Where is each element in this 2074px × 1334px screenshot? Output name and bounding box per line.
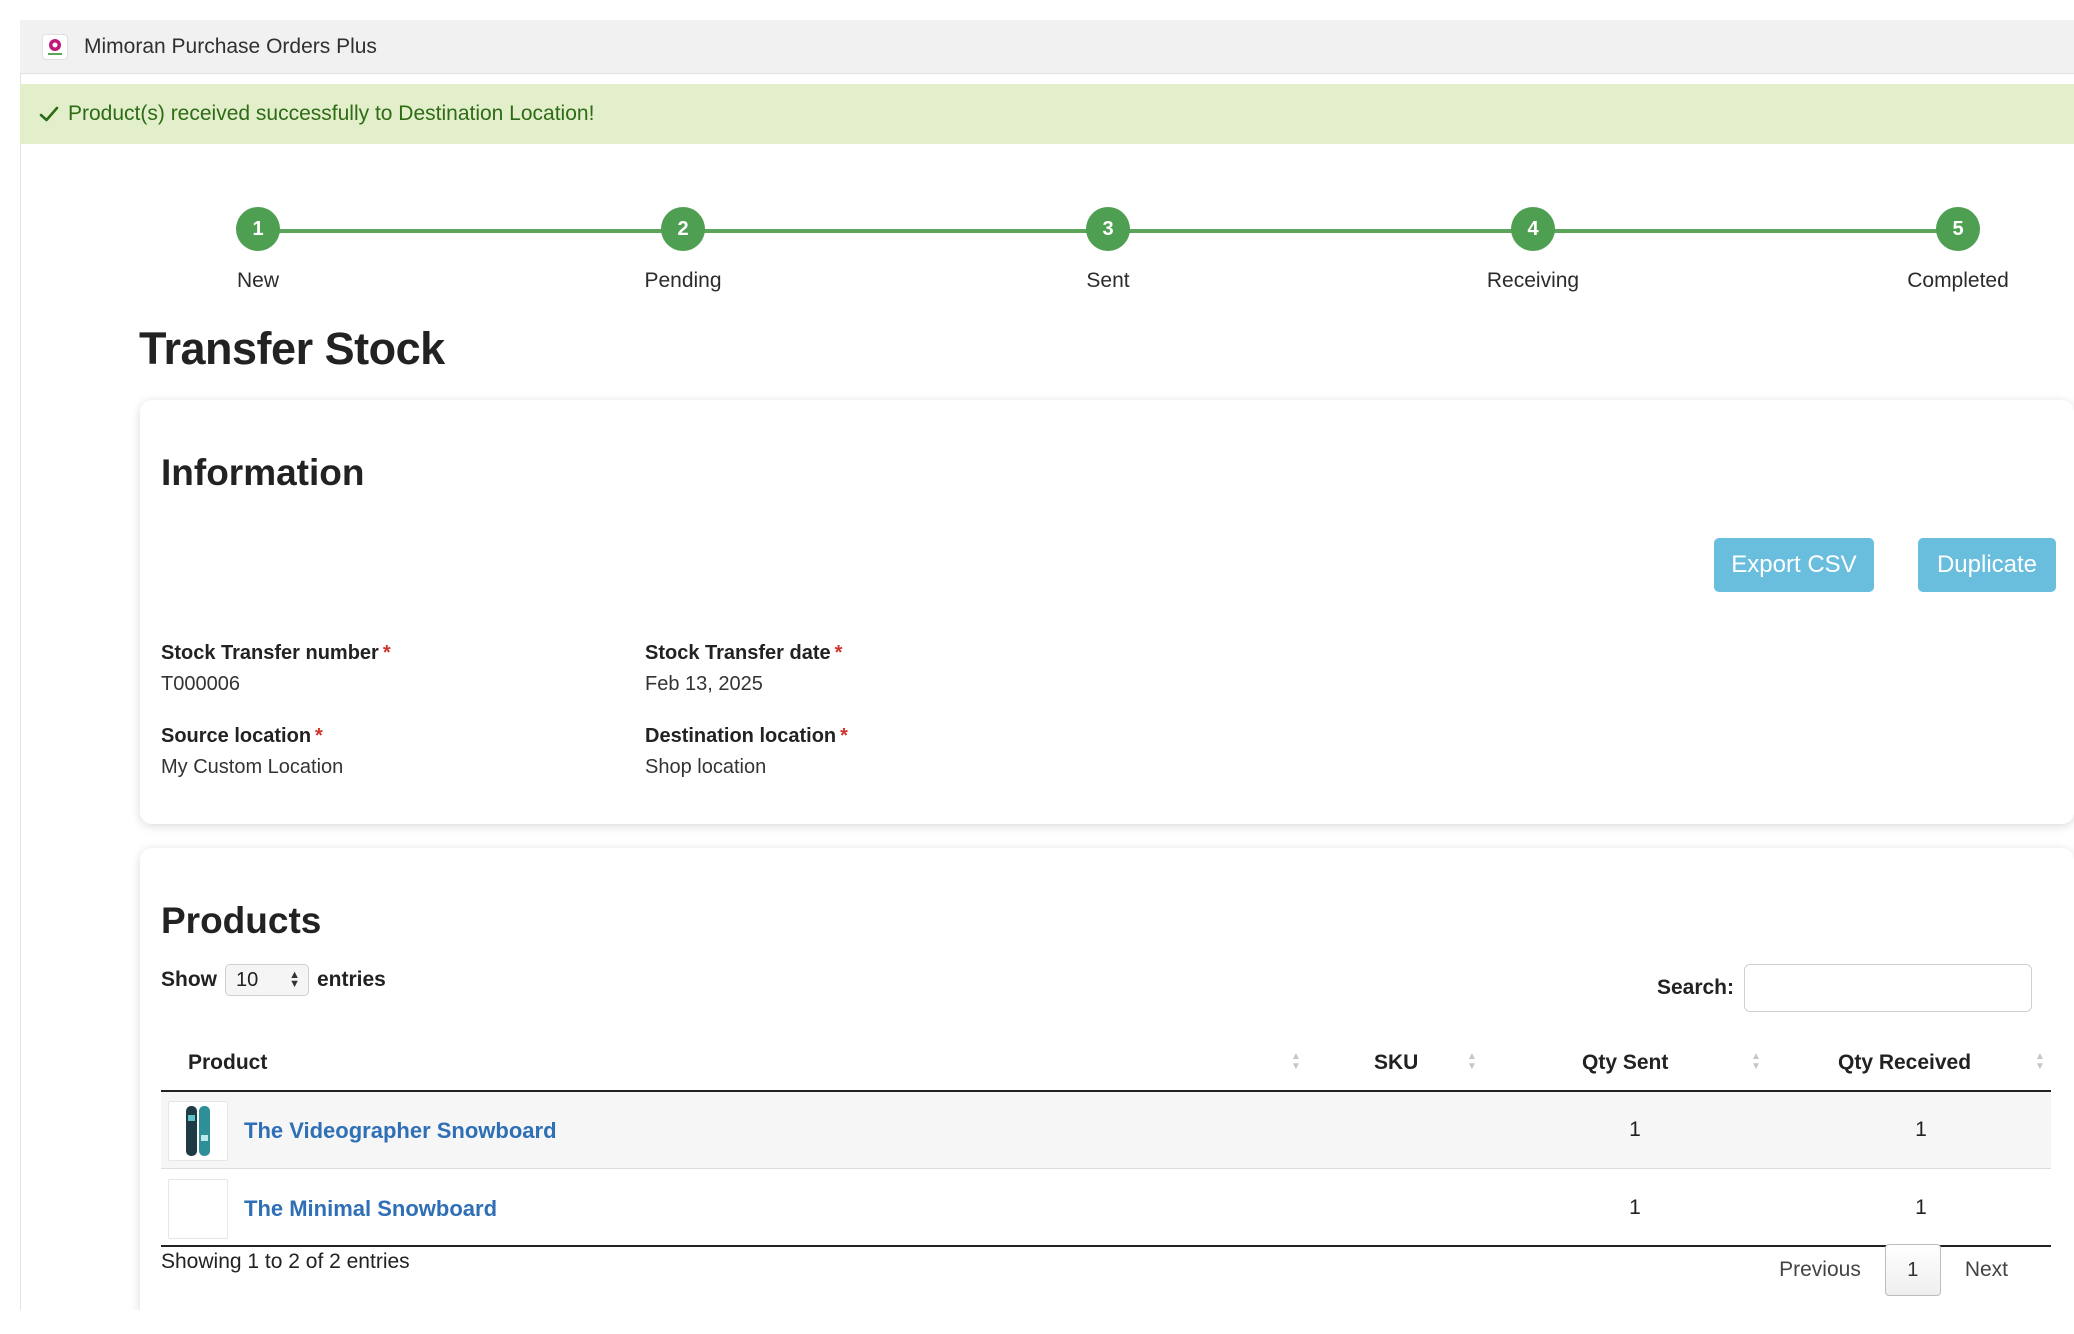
select-arrows-icon: ▲ ▼ (289, 969, 300, 990)
column-header-label: Qty Sent (1582, 1051, 1669, 1074)
required-marker: * (834, 642, 843, 664)
transfer-number-label: Stock Transfer number * (161, 642, 391, 665)
table-row: The Minimal Snowboard 1 1 (161, 1170, 2051, 1247)
step-number: 4 (1511, 207, 1555, 251)
step-pending: 2 Pending (583, 207, 783, 293)
column-header-product[interactable]: Product (188, 1036, 267, 1090)
qty-sent-cell: 1 (1629, 1196, 1641, 1219)
transfer-number-value: T000006 (161, 673, 240, 695)
step-label: Pending (644, 269, 722, 292)
export-csv-button[interactable]: Export CSV (1714, 538, 1874, 592)
step-completed: 5 Completed (1858, 207, 2058, 293)
step-number: 3 (1086, 207, 1130, 251)
success-banner: Product(s) received successfully to Dest… (20, 84, 2074, 144)
entries-select[interactable]: 10 ▲ ▼ (225, 964, 309, 996)
table-info: Showing 1 to 2 of 2 entries (161, 1250, 410, 1273)
column-header-label: Qty Received (1838, 1051, 1972, 1074)
step-new: 1 New (158, 207, 358, 293)
information-card: Information Export CSV Duplicate Stock T… (140, 400, 2074, 824)
product-link[interactable]: The Videographer Snowboard (244, 1118, 557, 1144)
products-title: Products (161, 900, 322, 941)
success-message: Product(s) received successfully to Dest… (68, 102, 595, 125)
step-number: 1 (236, 207, 280, 251)
step-label: Sent (1086, 269, 1130, 292)
sort-icon: ▲ ▼ (2035, 1051, 2045, 1072)
step-number: 2 (661, 207, 705, 251)
entries-select-value: 10 (236, 968, 259, 991)
column-header-sku[interactable]: SKU (1374, 1036, 1418, 1090)
field-label-text: Stock Transfer number (161, 642, 379, 664)
sort-icon: ▲ ▼ (1751, 1051, 1761, 1072)
column-header-label: SKU (1374, 1051, 1419, 1074)
product-thumbnail-placeholder (168, 1179, 228, 1239)
field-label-text: Source location (161, 725, 312, 747)
product-thumbnail (168, 1101, 228, 1161)
app-title: Mimoran Purchase Orders Plus (84, 34, 377, 58)
column-header-qty-sent[interactable]: Qty Sent (1582, 1036, 1668, 1090)
required-marker: * (840, 725, 848, 747)
search-label: Search: (1656, 976, 1734, 999)
page-title: Transfer Stock (139, 323, 445, 374)
source-location-value: My Custom Location (161, 756, 344, 778)
step-label: Receiving (1486, 269, 1580, 292)
destination-location-value: Shop location (645, 756, 767, 778)
sort-icon: ▲ ▼ (1467, 1051, 1477, 1072)
step-sent: 3 Sent (1008, 207, 1208, 293)
step-number: 5 (1936, 207, 1980, 251)
table-row: The Videographer Snowboard 1 1 (161, 1092, 2051, 1169)
transfer-date-value: Feb 13, 2025 (645, 673, 763, 695)
qty-received-cell: 1 (1915, 1118, 1927, 1141)
previous-page-button[interactable]: Previous (1755, 1258, 1885, 1282)
snowboard-icon (186, 1106, 210, 1156)
required-marker: * (315, 725, 323, 747)
required-marker: * (382, 642, 391, 664)
check-icon (39, 106, 59, 122)
frame-edge (20, 20, 21, 1310)
source-location-label: Source location * (161, 725, 323, 748)
app-logo-icon (42, 33, 68, 60)
sort-icon: ▲ ▼ (1291, 1051, 1301, 1072)
entries-label: entries (317, 968, 386, 991)
next-page-button[interactable]: Next (1941, 1258, 2032, 1282)
show-label: Show (161, 968, 217, 991)
step-receiving: 4 Receiving (1433, 207, 1633, 293)
step-label: Completed (1907, 269, 2009, 292)
search-input[interactable] (1744, 964, 2032, 1012)
qty-received-cell: 1 (1915, 1196, 1927, 1219)
table-header: Product ▲ ▼ SKU ▲ ▼ Qty Sent ▲ ▼ Qty Receiv… (161, 1036, 2051, 1092)
column-header-qty-received[interactable]: Qty Received (1838, 1036, 1971, 1090)
column-header-label: Product (188, 1051, 268, 1074)
field-label-text: Stock Transfer date (645, 642, 831, 664)
information-title: Information (161, 452, 365, 493)
transfer-date-label: Stock Transfer date * (645, 642, 842, 665)
bottom-margin (0, 1310, 2074, 1334)
product-link[interactable]: The Minimal Snowboard (244, 1196, 497, 1222)
pagination: Previous 1 Next (1755, 1244, 2032, 1296)
app-header: Mimoran Purchase Orders Plus (20, 20, 2074, 74)
destination-location-label: Destination location * (645, 725, 848, 748)
page-button-current[interactable]: 1 (1884, 1244, 1941, 1296)
entries-length-control: Show 10 ▲ ▼ entries (161, 964, 386, 996)
products-card: Products Show 10 ▲ ▼ entries Search: Prod… (140, 848, 2074, 1334)
duplicate-button[interactable]: Duplicate (1918, 538, 2056, 592)
step-label: New (236, 269, 279, 292)
page: Mimoran Purchase Orders Plus Product(s) … (0, 0, 2074, 1334)
search-control: Search: (1657, 964, 2032, 1012)
qty-sent-cell: 1 (1629, 1118, 1641, 1141)
field-label-text: Destination location (645, 725, 837, 747)
